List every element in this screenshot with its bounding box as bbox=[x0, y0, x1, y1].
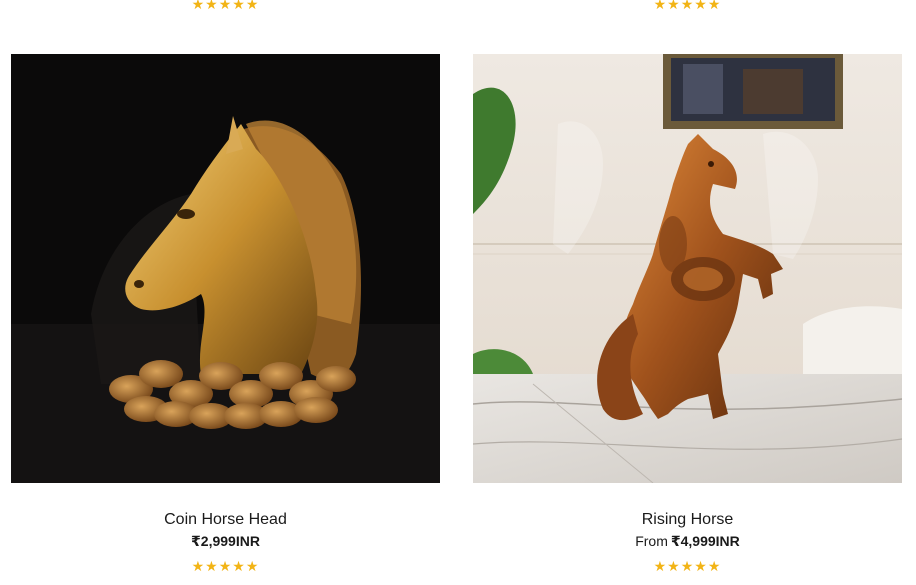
product-price: From ₹4,999INR bbox=[473, 531, 902, 551]
star-rating-icon: ★★★★★ bbox=[191, 558, 260, 574]
product-grid: ★★★★★ ★★★★★ Coin Horse Head ₹2,999INR ★★… bbox=[0, 0, 916, 585]
previous-product-rating: ★★★★★ bbox=[191, 0, 260, 12]
previous-product-rating: ★★★★★ bbox=[653, 0, 722, 12]
product-card-coin-horse-head[interactable]: Coin Horse Head ₹2,999INR ★★★★★ bbox=[11, 54, 440, 574]
product-price-value: ₹2,999INR bbox=[191, 533, 260, 549]
rising-horse-statue-image[interactable] bbox=[473, 54, 902, 483]
product-title[interactable]: Coin Horse Head bbox=[11, 510, 440, 530]
product-price-value: ₹4,999INR bbox=[670, 533, 740, 549]
product-price: ₹2,999INR bbox=[11, 531, 440, 551]
product-title[interactable]: Rising Horse bbox=[473, 510, 902, 530]
golden-horse-head-statue-image[interactable] bbox=[11, 54, 440, 483]
star-rating-icon: ★★★★★ bbox=[653, 558, 722, 574]
price-prefix: From bbox=[635, 533, 668, 549]
product-card-rising-horse[interactable]: Rising Horse From ₹4,999INR ★★★★★ bbox=[473, 54, 902, 574]
